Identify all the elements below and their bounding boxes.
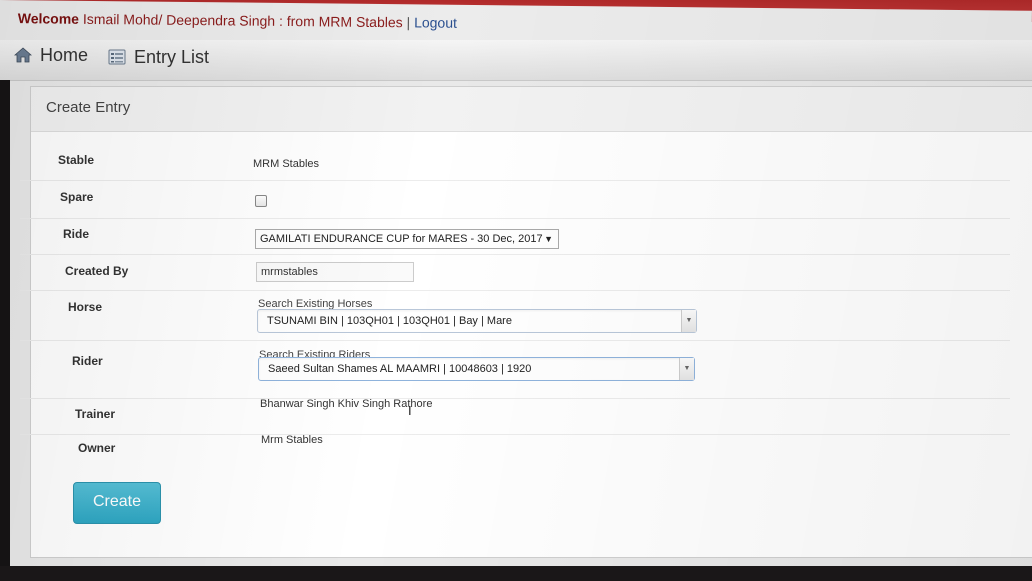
horse-combobox[interactable]: TSUNAMI BIN | 103QH01 | 103QH01 | Bay | …	[257, 309, 697, 333]
rider-combobox[interactable]: Saeed Sultan Shames AL MAAMRI | 10048603…	[258, 357, 695, 381]
chevron-down-icon: ▼	[544, 234, 553, 244]
owner-value: Mrm Stables	[261, 434, 323, 446]
ride-label: Ride	[63, 227, 90, 241]
row-created-by	[20, 254, 1010, 291]
spare-label: Spare	[60, 190, 94, 204]
home-icon	[13, 47, 33, 63]
nav-entry-list-label: Entry List	[134, 47, 210, 67]
row-trainer	[20, 398, 1010, 435]
row-owner	[20, 434, 1010, 470]
created-by-field[interactable]: mrmstables	[256, 262, 414, 282]
panel-title: Create Entry	[46, 99, 131, 116]
rider-label: Rider	[72, 354, 103, 368]
horse-label: Horse	[68, 300, 103, 314]
trainer-label: Trainer	[75, 407, 116, 421]
ride-selected: GAMILATI ENDURANCE CUP for MARES - 30 De…	[260, 233, 543, 245]
row-stable	[20, 142, 1010, 181]
ride-select[interactable]: GAMILATI ENDURANCE CUP for MARES - 30 De…	[255, 229, 559, 249]
nav-home-label: Home	[40, 45, 89, 65]
welcome-label: Welcome	[17, 10, 80, 27]
nav-home[interactable]: Home	[13, 45, 89, 66]
monitor-bezel-left	[0, 80, 10, 581]
text-cursor-icon: I	[408, 403, 412, 418]
panel-header: Create Entry	[31, 87, 1032, 132]
chevron-down-icon[interactable]: ▼	[679, 358, 694, 380]
horse-selected: TSUNAMI BIN | 103QH01 | 103QH01 | Bay | …	[267, 315, 512, 327]
created-by-label: Created By	[65, 264, 129, 278]
separator: |	[406, 14, 411, 31]
logout-link[interactable]: Logout	[414, 14, 457, 30]
stable-label: Stable	[58, 153, 95, 167]
nav-entry-list[interactable]: Entry List	[108, 47, 209, 68]
create-button[interactable]: Create	[73, 482, 161, 524]
monitor-bezel-bottom	[0, 566, 1032, 581]
welcome-text: Welcome Ismail Mohd/ Deependra Singh : f…	[18, 10, 457, 31]
rider-selected: Saeed Sultan Shames AL MAAMRI | 10048603…	[268, 363, 532, 375]
user-info: Ismail Mohd/ Deependra Singh : from MRM …	[82, 10, 403, 31]
owner-label: Owner	[78, 441, 116, 455]
list-icon	[108, 49, 126, 65]
row-spare	[20, 180, 1010, 219]
trainer-value: Bhanwar Singh Khiv Singh Rathore	[260, 398, 433, 410]
navbar: Home Entry List	[0, 40, 1032, 81]
chevron-down-icon[interactable]: ▼	[681, 310, 696, 332]
stable-value: MRM Stables	[253, 158, 320, 170]
spare-checkbox[interactable]	[255, 195, 267, 207]
screen: Welcome Ismail Mohd/ Deependra Singh : f…	[0, 0, 1032, 581]
